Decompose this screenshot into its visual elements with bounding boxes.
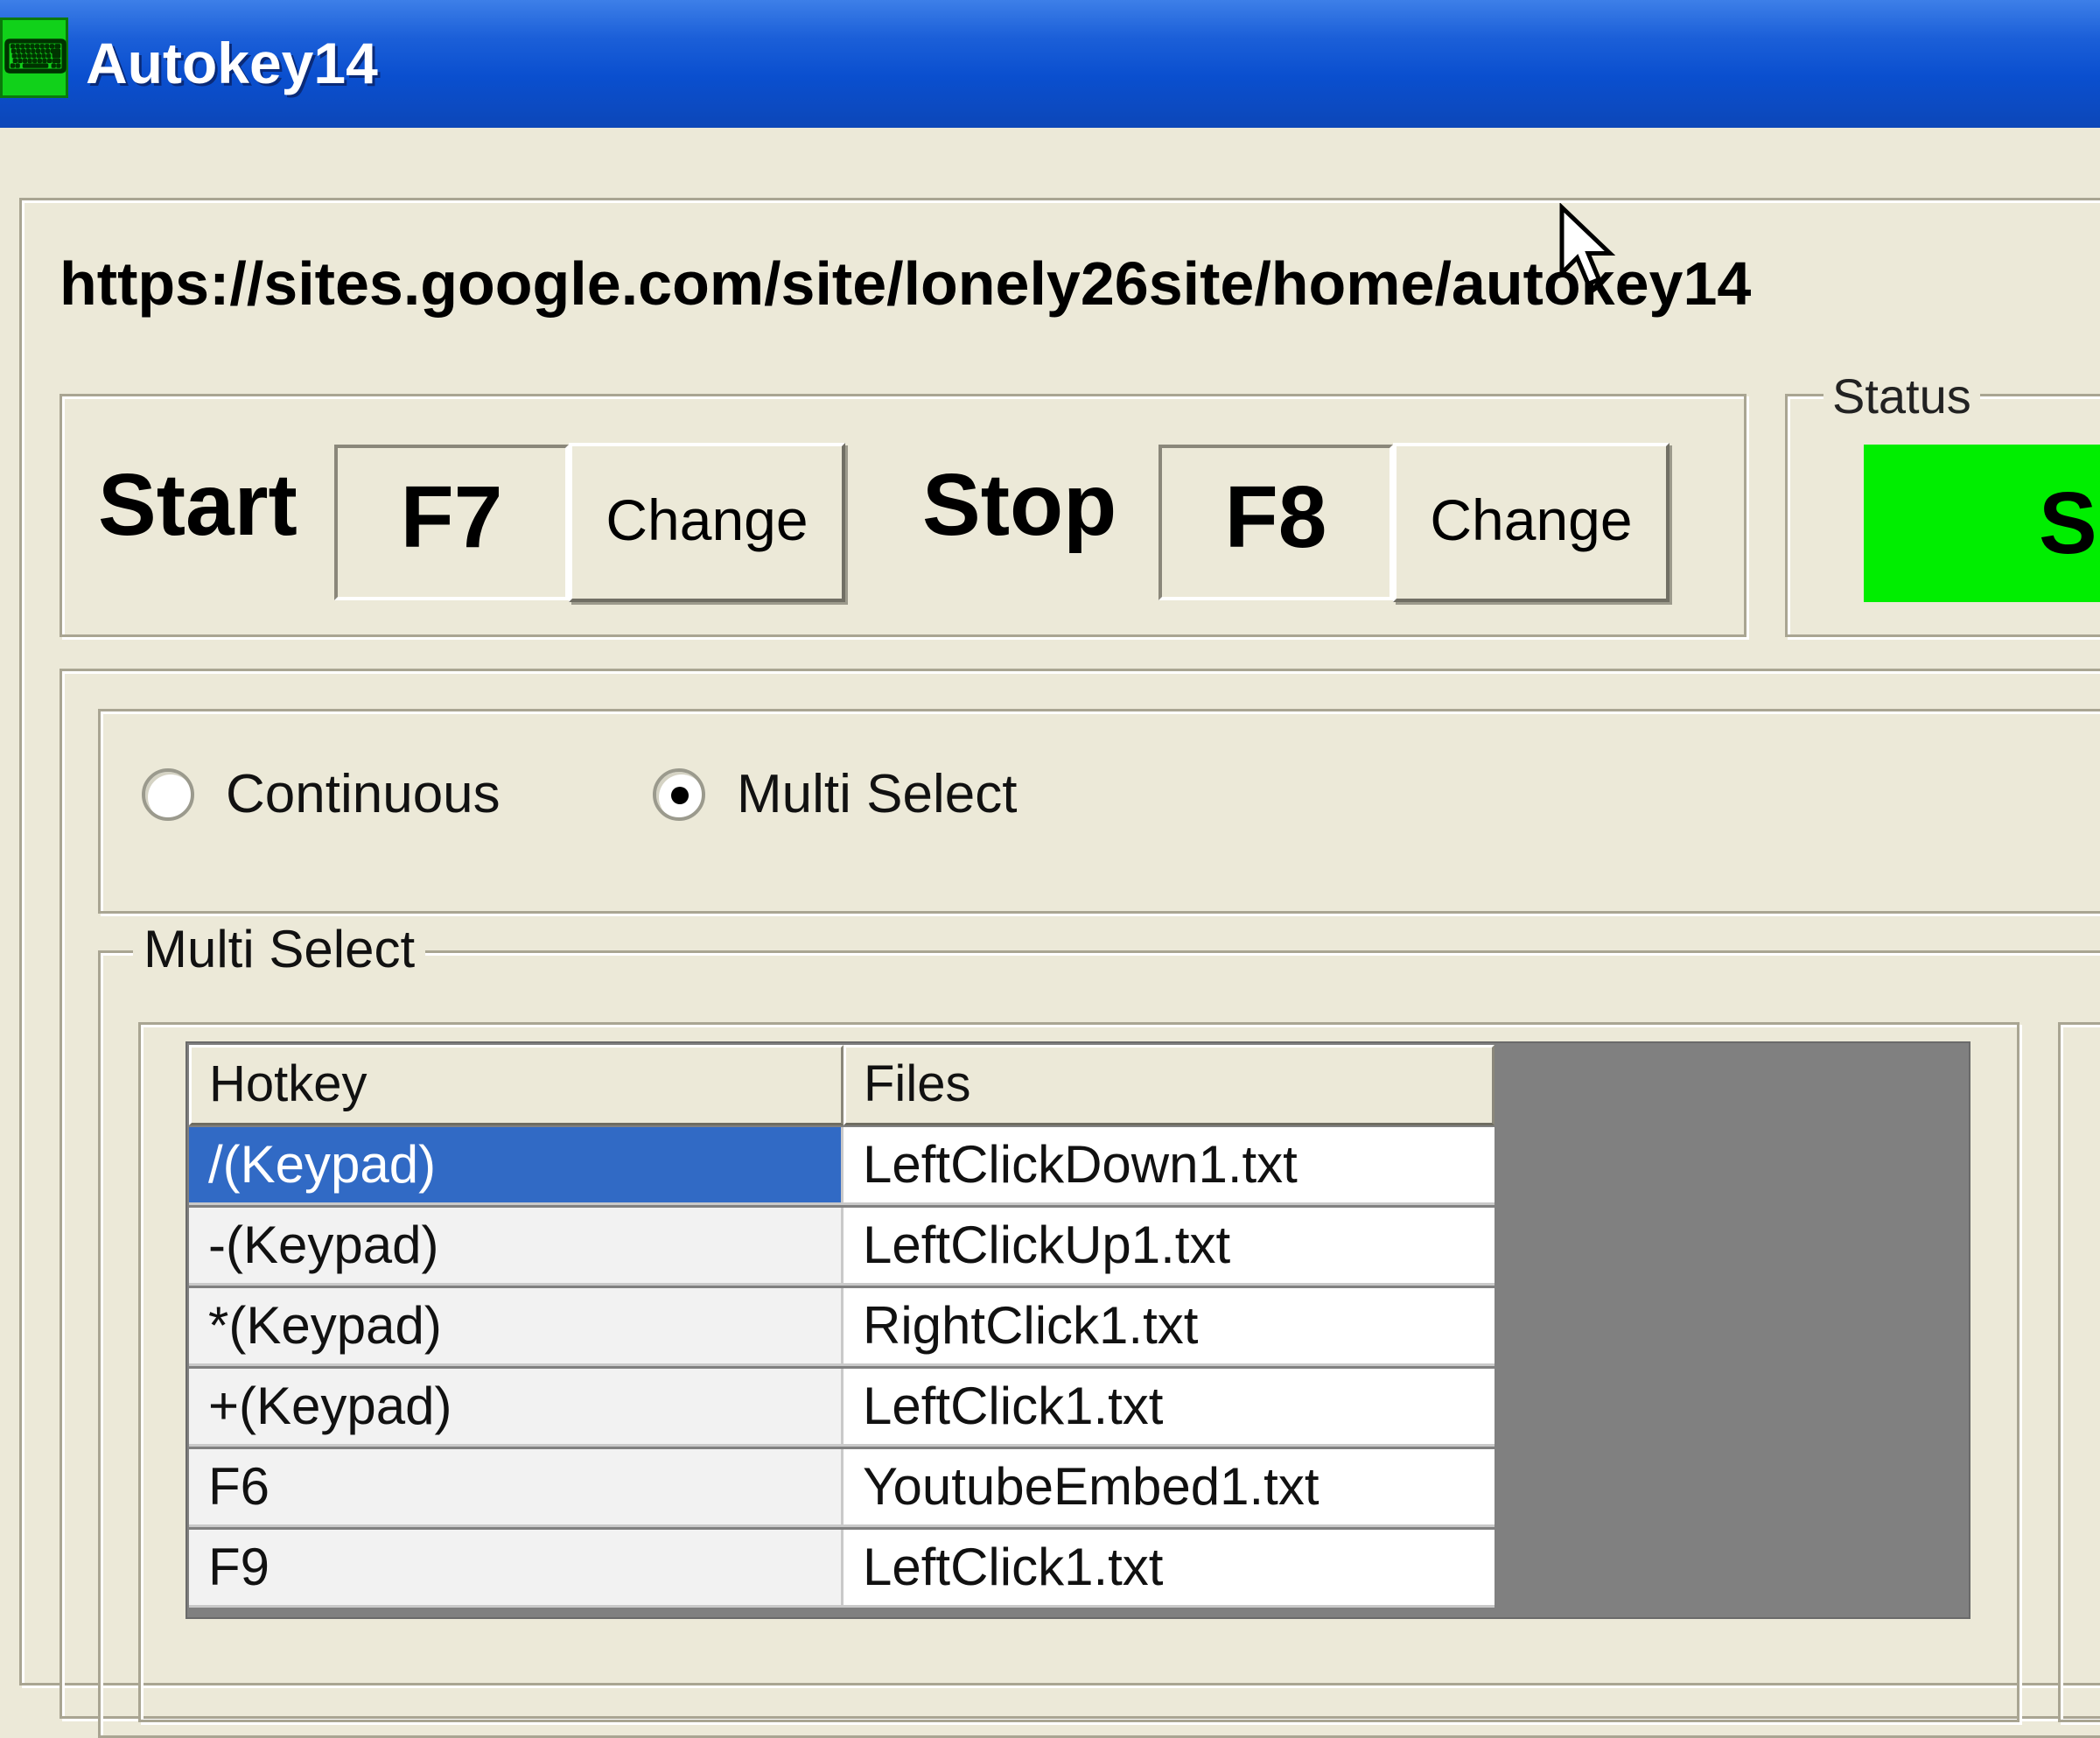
column-header-files[interactable]: Files: [844, 1045, 1494, 1125]
table-cell-hotkey[interactable]: -(Keypad): [189, 1208, 844, 1286]
status-indicator: S: [1864, 445, 2100, 602]
table-cell-file[interactable]: YoutubeEmbed1.txt: [844, 1449, 1494, 1527]
table-cell-hotkey[interactable]: /(Keypad): [189, 1127, 844, 1205]
multi-select-radio[interactable]: [653, 768, 705, 821]
table-cell-file[interactable]: LeftClick1.txt: [844, 1369, 1494, 1447]
table-cell-file[interactable]: LeftClickUp1.txt: [844, 1208, 1494, 1286]
site-url-label[interactable]: https://sites.google.com/site/lonely26si…: [60, 249, 1751, 319]
table-cell-hotkey[interactable]: F9: [189, 1530, 844, 1608]
start-change-button[interactable]: Change: [569, 443, 845, 602]
multi-select-radio-label[interactable]: Multi Select: [737, 763, 1017, 825]
table-cell-file[interactable]: LeftClick1.txt: [844, 1530, 1494, 1608]
start-label: Start: [98, 456, 298, 554]
app-icon[interactable]: ⌨: [0, 18, 68, 98]
start-key-display: F7: [334, 445, 569, 600]
table-cell-file[interactable]: RightClick1.txt: [844, 1288, 1494, 1366]
column-header-hotkey[interactable]: Hotkey: [189, 1045, 844, 1125]
table-cell-hotkey[interactable]: +(Keypad): [189, 1369, 844, 1447]
side-frame: [2058, 1022, 2100, 1722]
stop-key-display: F8: [1158, 445, 1393, 600]
mouse-cursor-icon: [1559, 203, 1616, 287]
stop-change-button[interactable]: Change: [1393, 443, 1670, 602]
table-cell-hotkey[interactable]: *(Keypad): [189, 1288, 844, 1366]
table-cell-file[interactable]: LeftClickDown1.txt: [844, 1127, 1494, 1205]
status-legend: Status: [1824, 368, 1980, 424]
window-title: Autokey14: [86, 31, 378, 95]
continuous-radio-label[interactable]: Continuous: [226, 763, 500, 825]
table-cell-hotkey[interactable]: F6: [189, 1449, 844, 1527]
continuous-radio[interactable]: [142, 768, 194, 821]
stop-label: Stop: [922, 456, 1117, 554]
multi-select-legend: Multi Select: [133, 919, 426, 979]
